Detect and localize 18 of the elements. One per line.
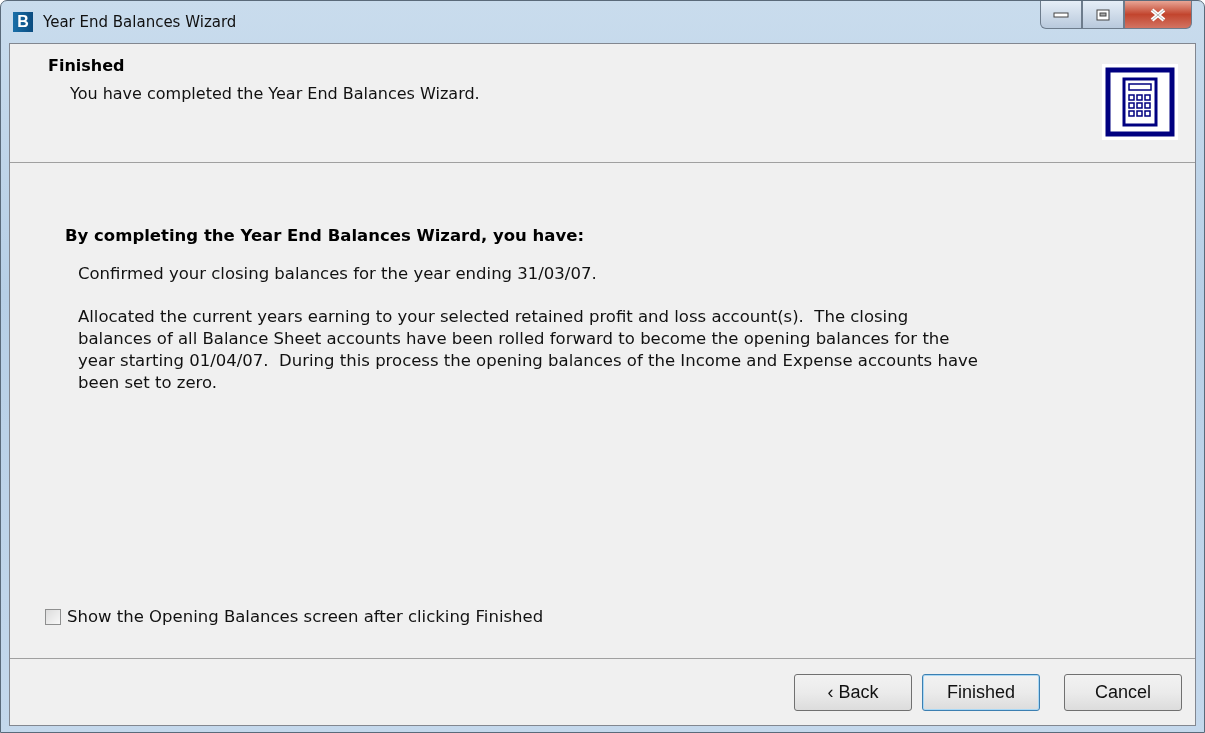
wizard-button[interactable]: Finished (922, 673, 1040, 711)
opening-balances-checkbox[interactable]: Show the Opening Balances screen after clicking Finished (45, 607, 1195, 626)
app-logo-icon: B (13, 12, 33, 32)
paragraph: Confirmed your closing balances for the year ending 31/03/07. (78, 263, 598, 285)
minimize-icon (1053, 10, 1069, 19)
minimize-button[interactable] (1040, 1, 1082, 29)
page-title: Finished (48, 56, 126, 75)
page-subtitle: You have completed the Year End Balances Wizard. (70, 84, 480, 103)
maximize-icon (1096, 8, 1110, 21)
close-button[interactable] (1124, 1, 1192, 29)
wizard-button[interactable]: ‹ Back (794, 673, 912, 711)
paragraph: Allocated the current years earning to your selected retained profit and loss account(s). The closing balances of all Balance Sheet accounts have been rolled forward to become the opening balances for the year starting 01/04/07. During this process the opening balances of the Income and Expense accounts have been set to zero. (78, 306, 978, 394)
calculator-icon (1102, 64, 1178, 140)
section-heading: By completing the Year End Balances Wizard, you have: (65, 226, 586, 245)
window-title: Year End Balances Wizard (43, 13, 238, 31)
maximize-button[interactable] (1082, 1, 1124, 29)
wizard-button[interactable]: Cancel (1064, 673, 1182, 711)
close-icon (1149, 7, 1167, 22)
